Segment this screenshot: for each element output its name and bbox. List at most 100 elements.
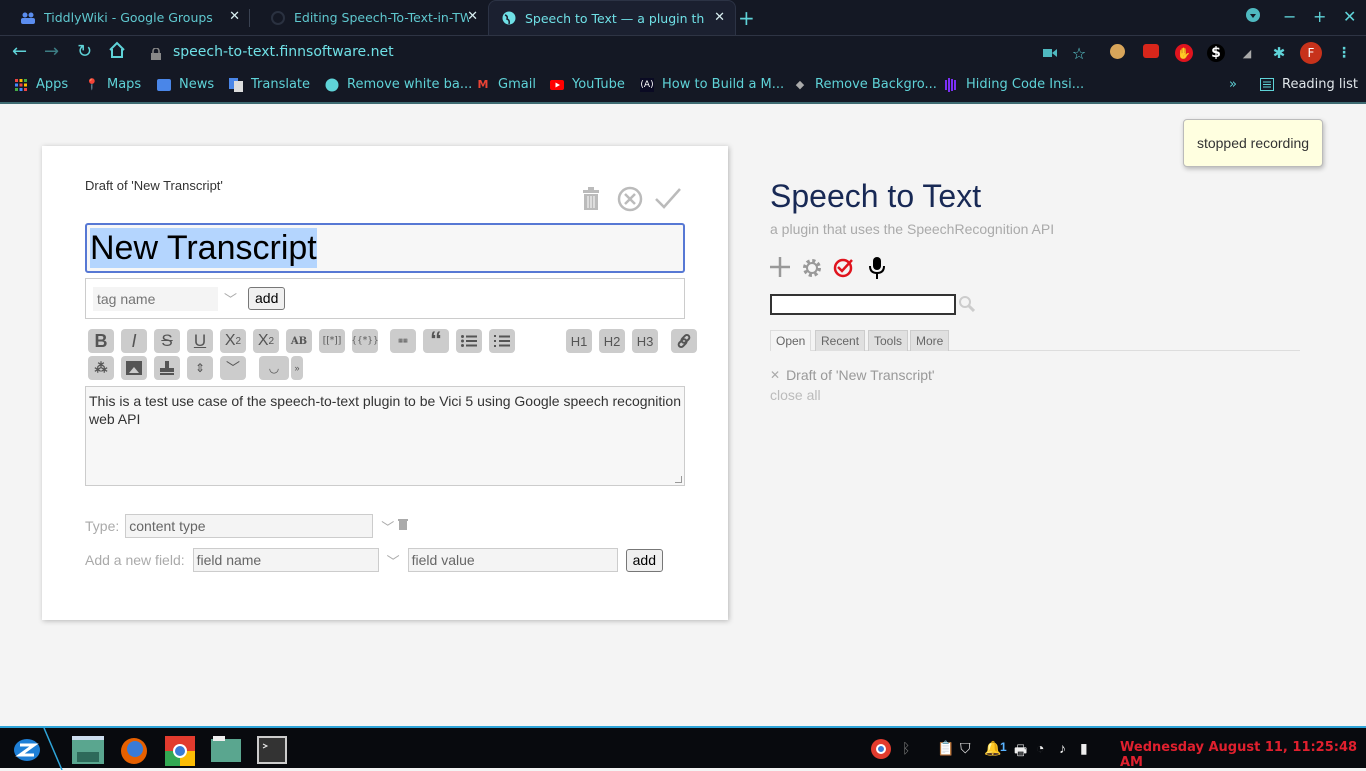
body-textarea[interactable]: This is a test use case of the speech-to… (85, 386, 685, 486)
microphone-icon[interactable] (868, 257, 886, 284)
heading-2-button[interactable]: H2 (599, 329, 625, 353)
files-folder-icon[interactable] (211, 736, 241, 764)
reading-list-button[interactable]: Reading list (1260, 77, 1358, 92)
tab-more[interactable]: More (910, 330, 950, 351)
back-button[interactable]: ← (12, 41, 27, 62)
forward-button[interactable]: → (44, 41, 59, 62)
wifi-icon[interactable]: ◔ (1036, 740, 1044, 756)
superscript-button[interactable]: X2 (220, 329, 246, 353)
more-chevron-icon[interactable]: ﹀ (220, 356, 246, 380)
tab-google-groups[interactable]: TiddlyWiki - Google Groups ✕ (0, 0, 250, 35)
close-icon[interactable]: ✕ (714, 10, 725, 25)
preview-button[interactable]: ◡ (259, 356, 289, 380)
notification-bell-icon[interactable]: 🔔 (984, 740, 1001, 757)
bookmark-youtube[interactable]: YouTube (550, 77, 625, 92)
maximize-button[interactable]: + (1313, 7, 1326, 26)
reload-button[interactable]: ↻ (77, 41, 92, 62)
bookmark-gmail[interactable]: M Gmail (476, 77, 536, 92)
bulleted-list-button[interactable] (456, 329, 482, 353)
clock[interactable]: Wednesday August 11, 11:25:48 AM (1120, 740, 1366, 770)
add-tag-button[interactable]: add (248, 287, 286, 310)
printer-icon[interactable]: 🖶 (1014, 740, 1027, 764)
bookmark-remove-white-bg[interactable]: Remove white ba... (325, 77, 472, 92)
bluetooth-icon[interactable]: ᛒ (902, 740, 910, 756)
wikilink-button[interactable]: [[*]] (319, 329, 345, 353)
close-icon[interactable]: ✕ (467, 9, 478, 24)
bookmark-hiding-code[interactable]: Hiding Code Insi... (944, 77, 1084, 92)
chevron-down-icon[interactable]: ﹀ (381, 517, 394, 536)
excise-button[interactable]: ⁂ (88, 356, 114, 380)
profile-avatar[interactable]: F (1300, 42, 1322, 64)
strikethrough-button[interactable]: S (154, 329, 180, 353)
firefox-icon[interactable] (119, 736, 149, 764)
extension-red-icon[interactable] (1143, 44, 1159, 58)
bookmark-remove-background[interactable]: ◆ Remove Backgro... (793, 77, 937, 92)
extensions-puzzle-icon[interactable]: ✱ (1270, 44, 1288, 62)
smallcaps-button[interactable]: AB (286, 329, 312, 353)
subscript-button[interactable]: X2 (253, 329, 279, 353)
title-input[interactable]: New Transcript (85, 223, 685, 273)
size-button[interactable]: ⇕ (187, 356, 213, 380)
save-check-icon[interactable] (654, 186, 682, 215)
monospaced-button[interactable]: ▦▦ (390, 329, 416, 353)
cookie-extension-icon[interactable] (1110, 44, 1125, 59)
bookmark-maps[interactable]: 📍 Maps (85, 77, 141, 92)
more-bookmarks-icon[interactable]: » (1229, 77, 1237, 92)
new-tiddler-plus-icon[interactable] (770, 257, 790, 282)
search-icon[interactable] (959, 296, 976, 317)
tag-name-input[interactable] (93, 287, 218, 311)
italic-button[interactable]: I (121, 329, 147, 353)
zorin-menu-icon[interactable] (12, 736, 42, 764)
terminal-icon[interactable] (257, 736, 287, 764)
delete-icon[interactable] (581, 186, 601, 215)
address-bar[interactable]: speech-to-text.finnsoftware.net (173, 44, 394, 60)
bookmark-apps[interactable]: Apps (14, 77, 68, 92)
open-tiddler-item[interactable]: ✕ Draft of 'New Transcript' (770, 367, 935, 383)
close-all-link[interactable]: close all (770, 387, 821, 403)
link-button[interactable] (671, 329, 697, 353)
heading-1-button[interactable]: H1 (566, 329, 592, 353)
home-button[interactable] (108, 41, 126, 64)
heading-3-button[interactable]: H3 (632, 329, 658, 353)
tab-github-editing[interactable]: Editing Speech-To-Text-in-TW ✕ (250, 0, 488, 35)
sound-icon[interactable]: ♪ (1059, 740, 1066, 756)
gear-icon[interactable] (801, 257, 823, 284)
bookmark-news[interactable]: News (157, 77, 214, 92)
menu-kebab-icon[interactable]: ⋮ (1335, 44, 1353, 62)
chevron-down-icon[interactable]: ﹀ (387, 551, 400, 570)
bookmark-star-icon[interactable]: ☆ (1070, 44, 1088, 63)
chevron-down-icon[interactable]: ﹀ (224, 289, 237, 308)
resize-handle[interactable] (675, 476, 682, 483)
battery-icon[interactable]: ▮ (1080, 740, 1088, 757)
cancel-icon[interactable] (617, 186, 643, 217)
search-input[interactable] (770, 294, 956, 315)
chrome-icon[interactable] (165, 736, 195, 766)
stamp-button[interactable] (154, 356, 180, 380)
quote-button[interactable]: “ (423, 327, 449, 354)
close-window-button[interactable]: ✕ (1343, 7, 1356, 26)
tab-speech-to-text[interactable]: Speech to Text — a plugin tha ✕ (488, 0, 736, 35)
new-tab-button[interactable]: + (738, 6, 755, 30)
underline-button[interactable]: U (187, 329, 213, 353)
save-wiki-check-icon[interactable] (833, 257, 855, 284)
security-shield-icon[interactable]: ⛉ (960, 740, 971, 757)
field-value-input[interactable]: field value (407, 548, 618, 572)
tab-open[interactable]: Open (770, 330, 812, 351)
extension-grey-icon[interactable]: ◢ (1238, 44, 1256, 62)
dollar-extension-icon[interactable]: $ (1207, 44, 1225, 62)
adblock-icon[interactable]: ✋ (1175, 44, 1193, 62)
content-type-input[interactable]: content type (125, 514, 374, 538)
close-icon[interactable]: ✕ (770, 368, 780, 382)
workspace-app-icon[interactable] (72, 736, 104, 764)
bookmark-translate[interactable]: Translate (229, 77, 310, 92)
clipboard-icon[interactable]: 📋 (937, 740, 954, 757)
chrome-tray-icon[interactable] (870, 738, 892, 763)
tab-tools[interactable]: Tools (868, 330, 909, 351)
tab-recent[interactable]: Recent (815, 330, 866, 351)
field-name-input[interactable]: field name (192, 548, 379, 572)
tab-search-icon[interactable] (1245, 7, 1261, 27)
close-icon[interactable]: ✕ (229, 9, 240, 24)
bold-button[interactable]: B (88, 329, 114, 353)
trash-icon[interactable] (398, 517, 409, 535)
preview-type-dropdown[interactable]: » (291, 356, 303, 380)
